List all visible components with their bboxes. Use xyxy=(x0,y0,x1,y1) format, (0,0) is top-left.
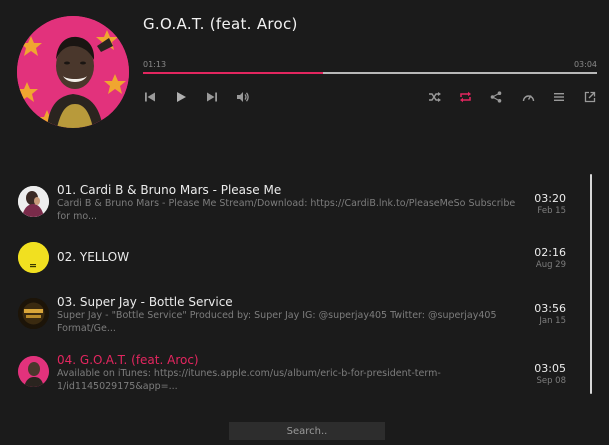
track-item[interactable]: 02. YELLOW 02:16 Aug 29 xyxy=(0,230,590,286)
shuffle-icon xyxy=(428,91,441,103)
track-thumbnail xyxy=(18,186,49,217)
play-icon xyxy=(175,91,187,103)
track-title: 02. YELLOW xyxy=(57,250,130,264)
external-link-icon xyxy=(584,91,596,103)
speedometer-icon xyxy=(522,91,535,103)
track-duration: 03:20 xyxy=(534,192,566,205)
track-description: Available on iTunes: https://itunes.appl… xyxy=(57,368,441,392)
skip-back-button[interactable] xyxy=(142,89,158,105)
track-duration: 02:16 xyxy=(534,246,566,259)
progress-fill xyxy=(143,72,324,74)
shuffle-button[interactable] xyxy=(426,89,442,105)
skip-back-icon xyxy=(144,91,156,103)
track-item-active[interactable]: 04. G.O.A.T. (feat. Aroc) Available on i… xyxy=(0,346,590,402)
search-input[interactable] xyxy=(229,422,385,440)
progress-bar[interactable] xyxy=(143,72,597,74)
track-item[interactable]: 03. Super Jay - Bottle Service Super Jay… xyxy=(0,288,590,344)
track-thumbnail xyxy=(18,298,49,329)
track-item[interactable]: 01. Cardi B & Bruno Mars - Please Me Car… xyxy=(0,172,590,228)
track-thumbnail xyxy=(18,242,49,273)
track-duration: 03:56 xyxy=(534,302,566,315)
playlist-scrollbar[interactable] xyxy=(590,174,592,394)
track-date: Aug 29 xyxy=(535,260,566,270)
share-button[interactable] xyxy=(488,89,504,105)
track-date: Feb 15 xyxy=(537,206,566,216)
time-elapsed: 01:13 xyxy=(143,60,167,69)
skip-forward-button[interactable] xyxy=(204,89,220,105)
track-duration: 03:05 xyxy=(534,362,566,375)
track-date: Jan 15 xyxy=(539,316,566,326)
now-playing-title: G.O.A.T. (feat. Aroc) xyxy=(143,15,298,33)
skip-forward-icon xyxy=(206,91,218,103)
track-title: 04. G.O.A.T. (feat. Aroc) xyxy=(57,353,199,367)
speed-button[interactable] xyxy=(520,89,536,105)
track-description: Cardi B & Bruno Mars - Please Me Stream/… xyxy=(57,198,516,222)
volume-button[interactable] xyxy=(235,89,251,105)
repeat-icon xyxy=(459,91,472,103)
volume-icon xyxy=(236,91,250,103)
repeat-button[interactable] xyxy=(457,89,473,105)
play-button[interactable] xyxy=(173,89,189,105)
track-title: 03. Super Jay - Bottle Service xyxy=(57,295,233,309)
track-thumbnail xyxy=(18,356,49,387)
time-total: 03:04 xyxy=(573,60,597,69)
track-title: 01. Cardi B & Bruno Mars - Please Me xyxy=(57,183,282,197)
playlist-button[interactable] xyxy=(551,89,567,105)
list-icon xyxy=(553,91,565,103)
album-cover xyxy=(17,16,129,128)
share-icon xyxy=(490,91,502,103)
audio-player: G.O.A.T. (feat. Aroc) 01:13 03:04 01. Ca… xyxy=(0,0,609,445)
track-date: Sep 08 xyxy=(536,376,566,386)
track-description: Super Jay - "Bottle Service" Produced by… xyxy=(57,310,497,334)
popout-button[interactable] xyxy=(582,89,598,105)
